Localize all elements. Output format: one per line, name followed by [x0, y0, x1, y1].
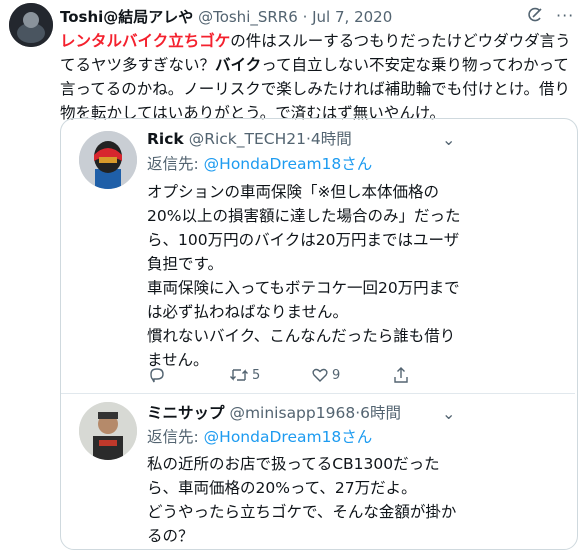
retweet-count: 5: [252, 367, 261, 383]
display-name[interactable]: ミニサップ: [147, 404, 225, 422]
user-handle[interactable]: @Rick_TECH21: [189, 130, 306, 148]
highlight-text: バイク: [215, 56, 262, 74]
share-button[interactable]: [392, 366, 410, 384]
divider: [61, 393, 575, 394]
reply-prefix: 返信先:: [147, 155, 199, 173]
reply-to-link[interactable]: @HondaDream18さん: [204, 428, 373, 446]
like-button[interactable]: 9: [311, 366, 340, 384]
display-name[interactable]: Rick: [147, 130, 184, 148]
reply-text: オプションの車両保険「※但し本体価格の20%以上の損害額に達した場合のみ」だった…: [147, 183, 461, 369]
avatar[interactable]: [79, 402, 137, 460]
like-icon: [311, 366, 329, 384]
reply-to-line: 返信先: @HondaDream18さん: [147, 152, 372, 174]
user-handle[interactable]: @minisapp1968: [229, 404, 355, 422]
retweet-button[interactable]: 5: [229, 366, 260, 384]
tweet-header: Toshi@結局アレや @Toshi_SRR6 · Jul 7, 2020: [60, 6, 392, 27]
reply-time[interactable]: 6時間: [360, 404, 401, 422]
reply-header: Rick @Rick_TECH21·4時間: [147, 127, 352, 149]
reply-header: ミニサップ @minisapp1968·6時間: [147, 401, 401, 423]
reply-text: 私の近所のお店で扱ってるCB1300だったら、車両価格の20%って、27万だよ。…: [147, 455, 457, 545]
separator: ·: [302, 8, 308, 26]
reply-icon: [148, 366, 166, 384]
tweet-date[interactable]: Jul 7, 2020: [312, 8, 392, 26]
chevron-down-icon[interactable]: ⌄: [442, 130, 455, 149]
tweet-text: レンタルバイク立ちゴケの件はスルーするつもりだったけどウダウダ言うてるヤツ多すぎ…: [60, 29, 580, 125]
display-name[interactable]: Toshi@結局アレや: [60, 8, 193, 26]
reply-button[interactable]: [148, 366, 169, 384]
avatar[interactable]: [9, 3, 53, 47]
reply-prefix: 返信先:: [147, 428, 199, 446]
highlight-text: レンタルバイク立ちゴケ: [60, 32, 231, 50]
retweet-icon: [229, 366, 249, 384]
share-icon: [392, 366, 410, 384]
reply-to-link[interactable]: @HondaDream18さん: [204, 155, 373, 173]
more-icon[interactable]: ···: [556, 6, 574, 25]
reply-to-line: 返信先: @HondaDream18さん: [147, 425, 372, 447]
reply-time[interactable]: 4時間: [311, 130, 352, 148]
grok-icon[interactable]: [527, 7, 543, 23]
like-count: 9: [332, 367, 341, 383]
avatar[interactable]: [79, 131, 137, 189]
user-handle[interactable]: @Toshi_SRR6: [198, 8, 298, 26]
chevron-down-icon[interactable]: ⌄: [442, 404, 455, 423]
